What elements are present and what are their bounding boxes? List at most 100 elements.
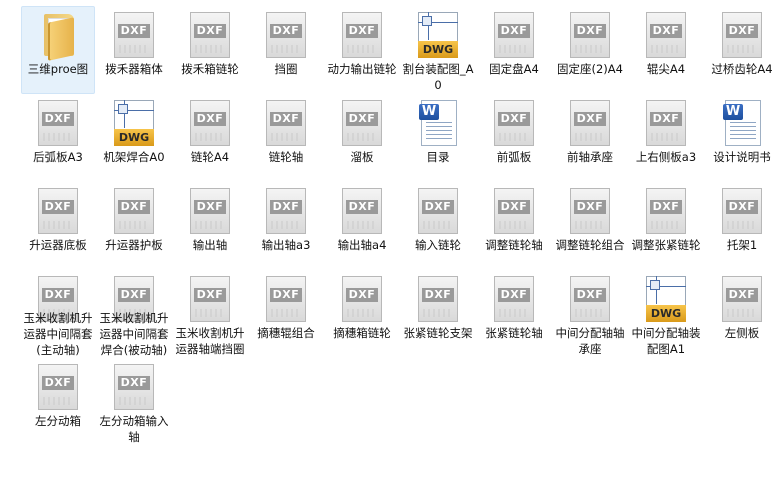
file-item[interactable]: DWG 割台装配图_A0 [400,6,476,94]
file-name-label: 辊尖A4 [646,62,686,76]
file-name-label: 输出轴a4 [337,238,387,252]
dxf-file-icon: DXF [716,186,768,236]
file-item[interactable]: DXF 前弧板 [476,94,552,182]
file-item[interactable]: DXF 溜板 [324,94,400,182]
dxf-file-icon: DXF [640,186,692,236]
dxf-file-icon: DXF [32,98,84,148]
file-name-label: 输出轴 [192,238,228,252]
file-name-label: 机架焊合A0 [103,150,165,164]
file-name-label: 固定座(2)A4 [557,62,623,76]
dxf-file-icon: DXF [488,274,540,324]
file-name-label: 输出轴a3 [261,238,311,252]
file-name-label: 张紧链轮支架 [403,326,473,340]
file-item[interactable]: DXF 升运器护板 [96,182,172,270]
file-item[interactable]: DXF 链轮A4 [172,94,248,182]
file-item[interactable]: DXF 输出轴a4 [324,182,400,270]
dxf-file-icon: DXF [260,10,312,60]
file-name-label: 挡圈 [274,62,298,76]
file-item[interactable]: DXF 辊尖A4 [628,6,704,94]
file-item[interactable]: DXF 张紧链轮支架 [400,270,476,358]
file-item[interactable]: DWG 机架焊合A0 [96,94,172,182]
file-name-label: 拨禾器箱体 [105,62,163,76]
file-item[interactable]: DXF 摘穗箱链轮 [324,270,400,358]
file-item[interactable]: DXF 动力输出链轮 [324,6,400,94]
file-name-label: 中间分配轴轴承座 [555,326,625,356]
file-name-label: 左侧板 [724,326,760,340]
file-item[interactable]: DXF 拨禾器箱体 [96,6,172,94]
file-name-label: 左分动箱 [35,414,81,428]
file-name-label: 左分动箱输入轴 [99,414,169,444]
file-item[interactable]: DXF 玉米收割机升运器中间隔套焊合(被动轴) [96,270,172,358]
dxf-file-icon: DXF [488,98,540,148]
dxf-file-icon: DXF [564,274,616,324]
file-name-label: 玉米收割机升运器中间隔套焊合(被动轴) [99,311,169,357]
file-name-label: 溜板 [350,150,374,164]
file-item[interactable]: DXF 调整链轮轴 [476,182,552,270]
file-name-label: 链轮A4 [190,150,230,164]
word-doc-icon: W [716,98,768,148]
dxf-file-icon: DXF [488,10,540,60]
file-name-label: 张紧链轮轴 [485,326,543,340]
file-item[interactable]: DXF 左分动箱 [20,358,96,446]
dxf-file-icon: DXF [640,98,692,148]
file-name-label: 三维proe图 [27,62,89,76]
file-item[interactable]: DXF 后弧板A3 [20,94,96,182]
file-name-label: 设计说明书 [713,150,771,164]
file-item[interactable]: DXF 输入链轮 [400,182,476,270]
file-item[interactable]: DXF 上右侧板a3 [628,94,704,182]
dxf-file-icon: DXF [32,362,84,412]
dxf-file-icon: DXF [716,10,768,60]
file-item[interactable]: DXF 玉米收割机升运器中间隔套(主动轴) [20,270,96,358]
file-item[interactable]: DXF 前轴承座 [552,94,628,182]
dxf-file-icon: DXF [184,98,236,148]
file-name-label: 摘穗辊组合 [257,326,315,340]
file-item[interactable]: 三维proe图 [20,6,96,94]
dxf-file-icon: DXF [336,274,388,324]
file-grid: 三维proe图 DXF 拨禾器箱体 DXF 拨禾箱链轮 DXF 挡圈 DXF 动力输出链轮 DWG… [20,6,779,446]
file-item[interactable]: DXF 张紧链轮轴 [476,270,552,358]
file-item[interactable]: DXF 调整链轮组合 [552,182,628,270]
file-item[interactable]: DXF 挡圈 [248,6,324,94]
file-item[interactable]: W 目录 [400,94,476,182]
file-name-label: 链轮轴 [268,150,304,164]
file-name-label: 上右侧板a3 [635,150,697,164]
file-item[interactable]: W 设计说明书 [704,94,779,182]
dxf-file-icon: DXF [336,186,388,236]
dxf-file-icon: DXF [32,186,84,236]
file-item[interactable]: DXF 玉米收割机升运器轴端挡圈 [172,270,248,358]
file-item[interactable]: DXF 链轮轴 [248,94,324,182]
file-name-label: 升运器底板 [29,238,87,252]
dxf-file-icon: DXF [108,362,160,412]
file-item[interactable]: DXF 固定盘A4 [476,6,552,94]
file-name-label: 目录 [426,150,450,164]
dxf-file-icon: DXF [108,186,160,236]
file-item[interactable]: DXF 输出轴 [172,182,248,270]
file-item[interactable]: DXF 升运器底板 [20,182,96,270]
file-item[interactable]: DXF 左侧板 [704,270,779,358]
file-name-label: 调整链轮组合 [555,238,625,252]
file-name-label: 前轴承座 [567,150,613,164]
file-item[interactable]: DXF 调整张紧链轮 [628,182,704,270]
dxf-file-icon: DXF [412,186,464,236]
dxf-file-icon: DXF [336,10,388,60]
file-item[interactable]: DXF 拨禾箱链轮 [172,6,248,94]
file-item[interactable]: DXF 过桥齿轮A4 [704,6,779,94]
dxf-file-icon: DXF [640,10,692,60]
file-name-label: 固定盘A4 [489,62,539,76]
dxf-file-icon: DXF [412,274,464,324]
file-item[interactable]: DXF 托架1 [704,182,779,270]
file-item[interactable]: DXF 摘穗辊组合 [248,270,324,358]
file-name-label: 摘穗箱链轮 [333,326,391,340]
file-item[interactable]: DWG 中间分配轴装配图A1 [628,270,704,358]
dxf-file-icon: DXF [108,274,160,322]
file-name-label: 中间分配轴装配图A1 [631,326,701,356]
dxf-file-icon: DXF [336,98,388,148]
file-item[interactable]: DXF 输出轴a3 [248,182,324,270]
file-name-label: 托架1 [726,238,758,252]
file-item[interactable]: DXF 中间分配轴轴承座 [552,270,628,358]
file-item[interactable]: DXF 固定座(2)A4 [552,6,628,94]
file-item[interactable]: DXF 左分动箱输入轴 [96,358,172,446]
dxf-file-icon: DXF [488,186,540,236]
dxf-file-icon: DXF [260,186,312,236]
file-name-label: 割台装配图_A0 [402,62,474,92]
